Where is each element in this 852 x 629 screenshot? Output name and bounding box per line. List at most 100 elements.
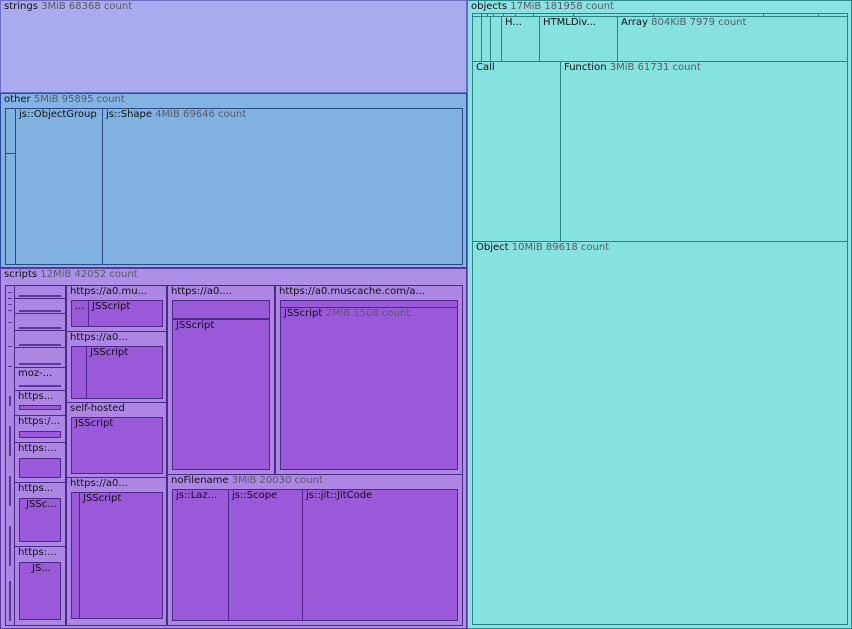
sliver <box>8 304 12 305</box>
sliver <box>19 310 61 312</box>
node-label: strings 3MiB 68368 count <box>4 1 133 12</box>
treemap-node-script-url[interactable]: https://a0.muscache.com/a... JSScript 2M… <box>275 285 463 475</box>
node-label: js::Shape 4MiB 69646 count <box>106 109 247 120</box>
treemap-node-jitcode[interactable]: js::jit::JitCode <box>302 489 458 621</box>
node-label: https://a0... <box>70 332 128 343</box>
sliver <box>9 476 11 506</box>
treemap-node-script-url[interactable]: https://a0... JSScript <box>66 477 167 626</box>
node-label: JSSc... <box>26 499 57 510</box>
node-label: HTMLDiv... <box>543 17 596 28</box>
treemap-node-nofilename[interactable]: noFilename 3MiB 20030 count js::Laz... j… <box>167 474 463 626</box>
node-label: self-hosted <box>70 403 125 414</box>
treemap-node-array[interactable]: Array 804KiB 7979 count <box>617 16 848 62</box>
inner-block <box>19 458 61 478</box>
sliver <box>8 346 12 347</box>
treemap-node-call[interactable]: Call <box>472 61 561 242</box>
node-label: other 5MiB 95895 count <box>4 94 125 105</box>
treemap-node-strings[interactable]: strings 3MiB 68368 count <box>0 0 467 93</box>
node-label: JSScript <box>83 493 122 504</box>
sliver <box>8 310 12 311</box>
treemap-node-htmldiv[interactable]: HTMLDiv... <box>539 16 618 62</box>
sliver <box>19 344 61 346</box>
treemap-node-js-scope[interactable]: js::Scope <box>228 489 303 621</box>
node-label: Function 3MiB 61731 count <box>564 62 701 73</box>
node-label: https... <box>18 391 54 402</box>
treemap-node-jsscript[interactable]: JSScript 2MiB 1508 count <box>280 307 458 470</box>
treemap-node-small[interactable]: https... JSSc... <box>14 482 66 547</box>
treemap-node-small[interactable]: moz-... <box>14 367 66 391</box>
sliver <box>9 426 11 456</box>
node-label: JSScript <box>92 301 131 312</box>
sliver <box>19 295 61 297</box>
sliver <box>8 366 12 367</box>
node-label: https... <box>18 483 54 494</box>
node-label: https:... <box>18 443 57 454</box>
treemap-node-h[interactable]: H... <box>501 16 540 62</box>
treemap-node-small[interactable] <box>14 285 66 299</box>
treemap-node-scripts[interactable]: scripts 12MiB 42052 count moz-... https.… <box>0 268 467 629</box>
treemap-node-small[interactable]: https:... JS... <box>14 546 66 626</box>
node-label: JSScript 2MiB 1508 count <box>284 308 411 319</box>
treemap-node-jsscript[interactable]: ... <box>71 300 89 327</box>
treemap-node-self-hosted[interactable]: self-hosted JSScript <box>66 402 167 478</box>
inner-block <box>19 405 61 410</box>
node-label: noFilename 3MiB 20030 count <box>171 475 323 486</box>
sliver <box>8 322 12 323</box>
sliver <box>19 385 61 387</box>
treemap-node-small[interactable]: https:... <box>14 442 66 483</box>
node-label: Call <box>476 62 495 73</box>
sliver <box>9 581 11 621</box>
treemap-node-jsscript-small[interactable] <box>71 346 87 399</box>
treemap-node-jsscript[interactable]: JSScript <box>86 346 163 399</box>
node-label: js::ObjectGroup <box>19 109 97 120</box>
treemap-node-other[interactable]: other 5MiB 95895 count js::ObjectGroup j… <box>0 93 467 268</box>
node-label: js::Scope <box>232 490 278 501</box>
treemap-node-jsscript[interactable]: JSScript <box>71 417 163 474</box>
treemap-node-function[interactable]: Function 3MiB 61731 count <box>560 61 848 242</box>
inner-block <box>19 431 61 438</box>
treemap-node-js-shape[interactable]: js::Shape 4MiB 69646 count <box>102 108 463 265</box>
treemap-node-small[interactable]: https... <box>14 390 66 416</box>
node-label: js::jit::JitCode <box>306 490 373 501</box>
treemap-node-jsscript[interactable]: JSScript <box>79 492 163 619</box>
treemap-node-jsscript-small[interactable] <box>172 300 270 319</box>
node-label: objects 17MiB 181958 count <box>471 1 614 12</box>
treemap-node-jsscript[interactable]: JSScript <box>88 300 163 327</box>
node-label: https://a0.mu... <box>70 286 148 297</box>
node-label: https://a0.... <box>171 286 233 297</box>
inner-block: JS... <box>19 562 61 620</box>
treemap-node-small[interactable] <box>14 313 66 331</box>
treemap-node-script-url[interactable]: https://a0... JSScript <box>66 331 167 403</box>
sliver <box>9 526 11 566</box>
node-label: Object 10MiB 89618 count <box>476 242 610 253</box>
inner-block: JSSc... <box>19 498 61 542</box>
treemap-node-js-objectgroup[interactable]: js::ObjectGroup <box>15 108 103 265</box>
treemap-node-small[interactable] <box>14 330 66 348</box>
node-label: scripts 12MiB 42052 count <box>4 269 138 280</box>
treemap-node-small[interactable]: https:/... <box>14 415 66 443</box>
sliver <box>19 363 61 365</box>
treemap-node-jsscript[interactable]: JSScript <box>172 319 270 470</box>
treemap-node-object[interactable]: Object 10MiB 89618 count <box>472 241 848 625</box>
node-label: ... <box>75 301 85 312</box>
node-label: https:... <box>18 547 57 558</box>
node-label: https:/... <box>18 416 61 427</box>
node-label: js::Laz... <box>176 490 218 501</box>
treemap-node-small[interactable] <box>14 347 66 368</box>
node-label: Array 804KiB 7979 count <box>621 17 747 28</box>
treemap-node-js-lazy[interactable]: js::Laz... <box>172 489 229 621</box>
node-label: JSScript <box>176 320 215 331</box>
node-label: https://a0.muscache.com/a... <box>279 286 425 297</box>
treemap-node-script-url[interactable]: https://a0.... JSScript <box>167 285 275 475</box>
treemap-node-script-url[interactable]: https://a0.mu... ... JSScript <box>66 285 167 332</box>
node-label: JSScript <box>75 418 114 429</box>
sliver <box>19 327 61 329</box>
treemap-node-small[interactable] <box>14 298 66 314</box>
node-label: JSScript <box>90 347 129 358</box>
sliver <box>8 298 12 299</box>
treemap-node-objects[interactable]: objects 17MiB 181958 count H... HTMLDiv.… <box>467 0 852 629</box>
sliver <box>9 396 11 406</box>
node-label: https://a0... <box>70 478 128 489</box>
node-label: JS... <box>32 563 51 574</box>
sliver <box>8 292 12 293</box>
